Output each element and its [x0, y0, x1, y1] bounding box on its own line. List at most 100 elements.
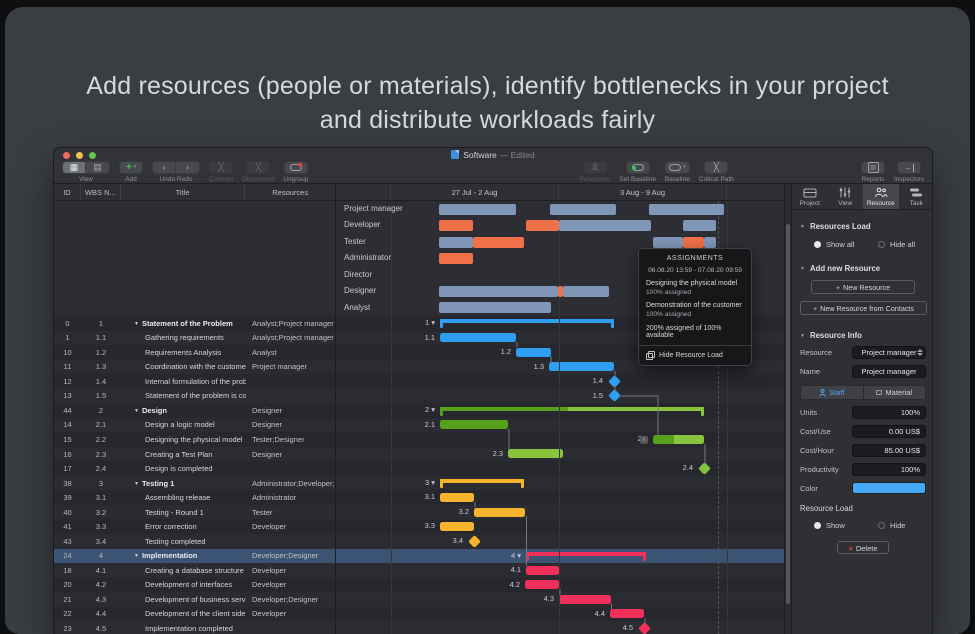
- material-segment[interactable]: Material: [864, 386, 926, 399]
- load-bar[interactable]: [559, 220, 651, 231]
- hide-resource-load-button[interactable]: Hide Resource Load: [646, 346, 744, 365]
- milestone-diamond[interactable]: [608, 375, 621, 388]
- connect-button[interactable]: ╳: [209, 161, 233, 174]
- gantt-row[interactable]: 3.4: [336, 534, 784, 549]
- resource-info-section[interactable]: ▼Resource Info: [800, 331, 926, 340]
- gantt-bar[interactable]: [516, 348, 551, 357]
- gantt-bar[interactable]: [525, 580, 559, 589]
- load-bar[interactable]: [704, 237, 716, 248]
- staff-segment[interactable]: Staff: [801, 386, 864, 399]
- hide-all-radio[interactable]: Hide all: [878, 240, 915, 249]
- table-row[interactable]: 433.4Testing completed: [54, 534, 335, 549]
- table-row[interactable]: 162.3Creating a Test PlanDesigner: [54, 447, 335, 462]
- summary-bar[interactable]: [440, 479, 524, 483]
- gantt-row[interactable]: 3.2: [336, 505, 784, 520]
- gantt-bar[interactable]: [559, 595, 611, 604]
- tab-project[interactable]: Project: [792, 184, 828, 209]
- show-all-radio[interactable]: Show all: [814, 240, 878, 249]
- load-bar[interactable]: [653, 237, 683, 248]
- gantt-row[interactable]: 2.3: [336, 447, 784, 462]
- table-row[interactable]: 393.1Assembling releaseAdministrator: [54, 490, 335, 505]
- gantt-row[interactable]: 3.1: [336, 490, 784, 505]
- col-id[interactable]: ID: [54, 184, 81, 200]
- overload-bar[interactable]: [526, 220, 559, 231]
- milestone-diamond[interactable]: [468, 535, 481, 548]
- overload-bar[interactable]: [439, 220, 473, 231]
- reports-button[interactable]: ▥: [861, 161, 885, 174]
- gantt-row[interactable]: 4.1: [336, 563, 784, 578]
- gantt-bar[interactable]: [440, 522, 474, 531]
- delete-resource-button[interactable]: ×Delete: [837, 541, 889, 554]
- load-bar[interactable]: [550, 204, 616, 215]
- table-row[interactable]: 413.3Error correctionDeveloper: [54, 519, 335, 534]
- redo-button[interactable]: ›: [176, 161, 200, 174]
- gantt-bar[interactable]: [440, 420, 508, 429]
- disconnect-button[interactable]: ╳: [246, 161, 270, 174]
- vertical-scrollbar[interactable]: [784, 184, 791, 634]
- gantt-bar[interactable]: [440, 493, 474, 502]
- table-row[interactable]: 172.4Design is completed: [54, 461, 335, 476]
- load-bar[interactable]: [439, 302, 551, 313]
- gantt-row[interactable]: 3 ▾: [336, 476, 784, 491]
- table-row[interactable]: 224.4Development of the client sideDevel…: [54, 607, 335, 622]
- load-bar[interactable]: [563, 286, 609, 297]
- productivity-input[interactable]: 100%: [852, 463, 926, 476]
- tab-resource[interactable]: Resource: [863, 184, 899, 209]
- table-row[interactable]: 152.2Designing the physical modelTester;…: [54, 432, 335, 447]
- resource-row[interactable]: Project manager: [336, 201, 784, 217]
- gantt-bar[interactable]: [610, 609, 644, 618]
- summary-bar[interactable]: [440, 407, 704, 411]
- undo-button[interactable]: ‹: [152, 161, 176, 174]
- resource-dropdown[interactable]: Project manager: [852, 346, 926, 359]
- table-row[interactable]: 121.4Internal formulation of the problem…: [54, 374, 335, 389]
- gantt-bar[interactable]: [474, 508, 525, 517]
- tab-task[interactable]: Task: [899, 184, 933, 209]
- table-row[interactable]: 131.5Statement of the problem is complet…: [54, 389, 335, 404]
- summary-bar[interactable]: [440, 319, 614, 323]
- set-baseline-button[interactable]: [626, 161, 650, 174]
- gantt-row[interactable]: 1.5: [336, 389, 784, 404]
- table-row[interactable]: 403.2Testing - Round 1Tester: [54, 505, 335, 520]
- new-resource-from-contacts-button[interactable]: +New Resource from Contacts: [800, 301, 927, 315]
- resources-button[interactable]: [583, 161, 607, 174]
- milestone-diamond[interactable]: [608, 390, 621, 403]
- gantt-row[interactable]: 4.3: [336, 592, 784, 607]
- summary-bar[interactable]: [526, 552, 646, 556]
- overload-bar[interactable]: [439, 253, 473, 264]
- table-row[interactable]: 01▼Statement of the ProblemAnalyst;Proje…: [54, 316, 335, 331]
- table-row[interactable]: 142.1Design a logic modelDesigner: [54, 418, 335, 433]
- table-row[interactable]: 111.3Coordination with the customerProje…: [54, 360, 335, 375]
- table-row[interactable]: 442▼DesignDesigner: [54, 403, 335, 418]
- color-swatch[interactable]: [852, 482, 926, 494]
- gantt-row[interactable]: 2.4: [336, 461, 784, 476]
- gantt-row[interactable]: 1.4: [336, 374, 784, 389]
- hide-radio[interactable]: Hide: [878, 521, 905, 530]
- view-gantt-button[interactable]: ▦: [62, 161, 86, 174]
- table-row[interactable]: 101.2Requirements AnalysisAnalyst: [54, 345, 335, 360]
- table-row[interactable]: 244▼ImplementationDeveloper;Designer: [54, 549, 335, 564]
- table-row[interactable]: 11.1Gathering requirementsAnalyst;Projec…: [54, 331, 335, 346]
- gantt-row[interactable]: 4 ▾: [336, 549, 784, 564]
- table-row[interactable]: 204.2Development of interfacesDeveloper: [54, 578, 335, 593]
- gantt-bar[interactable]: [508, 449, 563, 458]
- gantt-row[interactable]: 4.5: [336, 621, 784, 634]
- gantt-row[interactable]: 2.1: [336, 418, 784, 433]
- baseline-button[interactable]: ▾: [665, 161, 690, 174]
- col-title[interactable]: Title: [121, 184, 246, 200]
- resource-row[interactable]: Developer: [336, 217, 784, 233]
- load-bar[interactable]: [683, 220, 716, 231]
- overload-bar[interactable]: [473, 237, 524, 248]
- gantt-row[interactable]: 2.2≡: [336, 432, 784, 447]
- load-bar[interactable]: [649, 204, 724, 215]
- gantt-bar[interactable]: [526, 566, 559, 575]
- gantt-row[interactable]: 4.2: [336, 578, 784, 593]
- view-alt-button[interactable]: ▤: [86, 161, 110, 174]
- cost-hour-input[interactable]: 85.00 US$: [852, 444, 926, 457]
- ungroup-button[interactable]: [284, 161, 308, 174]
- show-radio[interactable]: Show: [814, 521, 878, 530]
- table-row[interactable]: 234.5Implementation completed: [54, 621, 335, 634]
- gantt-bar[interactable]: [440, 333, 516, 342]
- name-input[interactable]: Project manager: [852, 365, 926, 378]
- load-bar[interactable]: [439, 286, 558, 297]
- tab-view[interactable]: View: [828, 184, 864, 209]
